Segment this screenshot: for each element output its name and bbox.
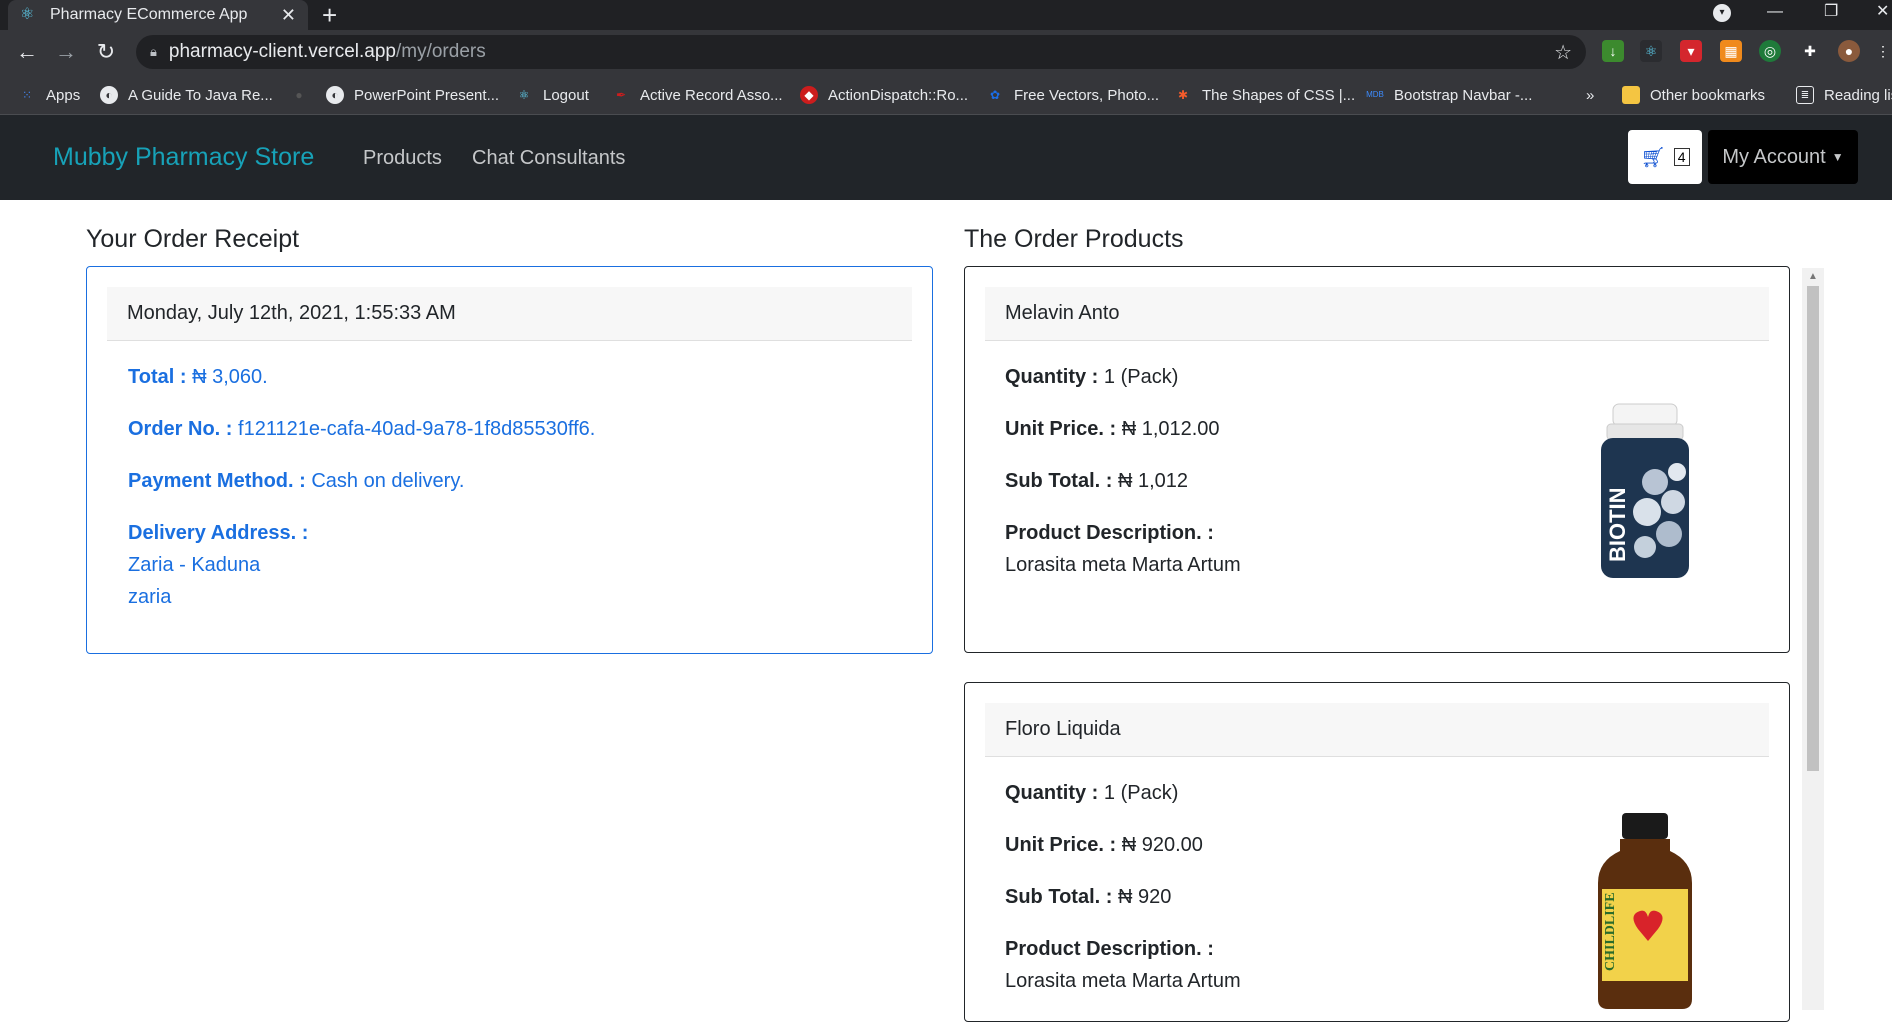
profile-avatar-icon[interactable]: ● [1838, 40, 1860, 62]
scrollbar-thumb[interactable] [1807, 286, 1819, 771]
pocket-icon[interactable]: ▾ [1680, 40, 1702, 62]
bookmark-css-shapes[interactable]: ✱ The Shapes of CSS |... [1174, 83, 1355, 107]
product-name: Melavin Anto [985, 287, 1769, 341]
restore-icon[interactable]: ❐ [1824, 0, 1838, 30]
caret-down-icon: ▼ [1831, 150, 1844, 164]
product-image-label: CHILDLIFE [1603, 892, 1618, 971]
product-description: Lorasita meta Marta Artum [1005, 970, 1241, 992]
new-tab-icon[interactable]: + [322, 0, 337, 30]
react-favicon-icon: ⚛ [20, 6, 35, 23]
bookmark-powerpoint[interactable]: ◐ PowerPoint Present... [326, 83, 499, 107]
app-navbar: Mubby Pharmacy Store Products Chat Consu… [0, 115, 1892, 200]
extensions-puzzle-icon[interactable]: ✚ [1799, 40, 1821, 62]
bookmark-star-icon[interactable]: ☆ [1554, 40, 1572, 65]
cart-count-badge: 4 [1673, 148, 1690, 166]
receipt-address-line1: Zaria - Kaduna [128, 554, 261, 576]
github-icon: ● [295, 88, 303, 102]
ruby-icon: ◆ [800, 86, 818, 104]
bookmark-other[interactable]: Other bookmarks [1622, 83, 1765, 107]
product-sub-total: Sub Total. : ₦ 1,012 [1005, 470, 1189, 492]
nav-link-chat-consultants[interactable]: Chat Consultants [472, 147, 625, 170]
apps-grid-icon: ⁙ [21, 88, 33, 102]
receipt-payment-method: Payment Method. : Cash on delivery. [128, 470, 465, 492]
extension-orange-icon[interactable]: ▦ [1720, 40, 1742, 62]
receipt-address-line2: zaria [128, 586, 172, 608]
forward-icon[interactable]: → [53, 39, 79, 65]
react-devtools-icon[interactable]: ⚛ [1640, 40, 1662, 62]
product-unit-price: Unit Price. : ₦ 920.00 [1005, 834, 1203, 856]
extension-download-icon[interactable]: ↓ [1602, 40, 1624, 62]
product-description: Lorasita meta Marta Artum [1005, 554, 1241, 576]
reload-icon[interactable]: ↻ [93, 39, 119, 65]
browser-toolbar: ← → ↻ 🔒︎ pharmacy-client.vercel.app/my/o… [0, 30, 1892, 75]
folder-icon [1622, 86, 1640, 104]
product-description-label: Product Description. : [1005, 938, 1214, 960]
products-heading: The Order Products [964, 225, 1184, 253]
freepik-icon: ✿ [989, 88, 1001, 102]
react-icon: ⚛ [518, 88, 530, 102]
brand-link[interactable]: Mubby Pharmacy Store [53, 143, 314, 172]
css-tricks-icon: ✱ [1177, 88, 1189, 102]
receipt-address-label: Delivery Address. : [128, 522, 309, 544]
receipt-heading: Your Order Receipt [86, 225, 300, 253]
bookmarks-bar: ⁙ Apps ◐ A Guide To Java Re... ● ◐ PowerPoi… [0, 75, 1892, 115]
minimize-icon[interactable]: — [1767, 0, 1783, 30]
bookmark-blank[interactable]: ● [290, 83, 318, 107]
receipt-date: Monday, July 12th, 2021, 1:55:33 AM [107, 287, 912, 341]
browser-tab-bar: ⚛ Pharmacy ECommerce App ✕ + ▾ — ❐ ✕ [0, 0, 1892, 30]
reading-list-icon: ≣ [1796, 86, 1814, 104]
tab-search-icon[interactable]: ▾ [1713, 4, 1731, 22]
product-card: Floro Liquida Quantity : 1 (Pack) Unit P… [964, 682, 1790, 1022]
bookmark-reading-list[interactable]: ≣Reading list [1796, 83, 1892, 107]
globe-icon: ◐ [100, 86, 118, 104]
lock-icon: 🔒︎ [150, 44, 157, 59]
browser-menu-icon[interactable]: ⋮ [1872, 40, 1892, 62]
cart-icon: 🛒︎ [1640, 146, 1666, 169]
product-quantity: Quantity : 1 (Pack) [1005, 782, 1179, 804]
bookmark-action-dispatch[interactable]: ◆ ActionDispatch::Ro... [800, 83, 968, 107]
receipt-card: Monday, July 12th, 2021, 1:55:33 AM Tota… [86, 266, 933, 654]
bookmark-apps[interactable]: ⁙ Apps [18, 83, 80, 107]
my-account-dropdown[interactable]: My Account ▼ [1708, 130, 1858, 184]
nav-link-products[interactable]: Products [363, 147, 442, 170]
globe-icon: ◐ [326, 86, 344, 104]
extension-green-icon[interactable]: ◎ [1759, 40, 1781, 62]
tab-title: Pharmacy ECommerce App [50, 6, 248, 23]
bookmark-active-record[interactable]: ✒ Active Record Asso... [612, 83, 783, 107]
bookmark-free-vectors[interactable]: ✿ Free Vectors, Photo... [986, 83, 1159, 107]
receipt-order-no: Order No. : f121121e-cafa-40ad-9a78-1f8d… [128, 418, 596, 440]
page-scrollbar[interactable]: ▲ [1802, 268, 1824, 1010]
rails-icon: ✒ [615, 88, 627, 102]
cart-button[interactable]: 🛒︎ 4 [1628, 130, 1702, 184]
address-bar[interactable]: 🔒︎ pharmacy-client.vercel.app/my/orders … [136, 35, 1586, 69]
scroll-up-icon[interactable]: ▲ [1802, 270, 1824, 284]
product-sub-total: Sub Total. : ₦ 920 [1005, 886, 1172, 908]
bookmarks-overflow-icon[interactable]: » [1586, 83, 1594, 107]
product-description-label: Product Description. : [1005, 522, 1214, 544]
receipt-total: Total : ₦ 3,060. [128, 366, 268, 388]
product-name: Floro Liquida [985, 703, 1769, 757]
product-quantity: Quantity : 1 (Pack) [1005, 366, 1179, 388]
close-window-icon[interactable]: ✕ [1876, 0, 1889, 30]
product-unit-price: Unit Price. : ₦ 1,012.00 [1005, 418, 1220, 440]
product-image-label: BIOTIN [1605, 487, 1630, 562]
bookmark-java-guide[interactable]: ◐ A Guide To Java Re... [100, 83, 273, 107]
bookmark-logout[interactable]: ⚛ Logout [515, 83, 589, 107]
browser-tab[interactable]: ⚛ Pharmacy ECommerce App ✕ [8, 0, 308, 30]
product-card: Melavin Anto Quantity : 1 (Pack) Unit Pr… [964, 266, 1790, 653]
url-path: /my/orders [395, 41, 486, 62]
product-image: BIOTIN [1601, 403, 1689, 578]
account-label: My Account [1722, 145, 1826, 168]
mdb-icon: MDB [1366, 90, 1384, 99]
bookmark-bootstrap-navbar[interactable]: MDB Bootstrap Navbar -... [1366, 83, 1532, 107]
product-image: CHILDLIFE [1598, 813, 1692, 1009]
back-icon[interactable]: ← [14, 39, 40, 65]
url-host: pharmacy-client.vercel.app [168, 41, 396, 62]
tab-close-icon[interactable]: ✕ [281, 5, 296, 26]
